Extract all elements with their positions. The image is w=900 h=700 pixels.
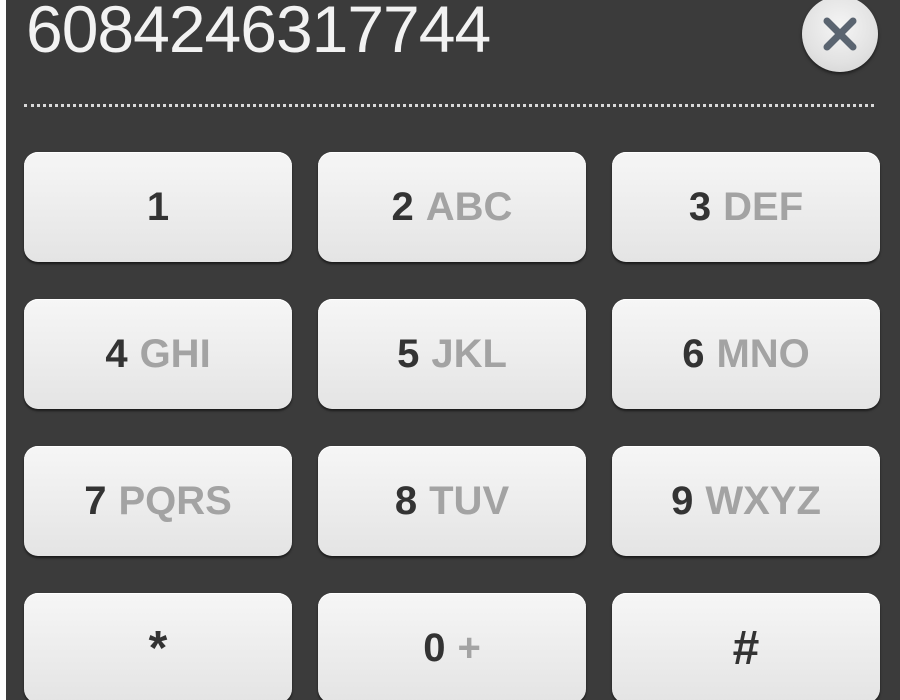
key-letters: JKL (431, 331, 507, 376)
key-8[interactable]: 8 TUV (318, 446, 586, 556)
close-icon (820, 14, 860, 54)
key-digit: 7 (84, 478, 107, 523)
key-digit: 6 (682, 331, 705, 376)
key-letters: GHI (139, 331, 211, 376)
display-divider (24, 104, 874, 107)
key-digit: 2 (391, 184, 414, 229)
key-digit: 5 (397, 331, 420, 376)
key-letters: TUV (429, 478, 510, 523)
key-letters: WXYZ (705, 478, 821, 523)
key-3[interactable]: 3 DEF (612, 152, 880, 262)
key-digit: 9 (671, 478, 694, 523)
key-digit: 0 (423, 625, 446, 670)
key-4[interactable]: 4 GHI (24, 299, 292, 409)
phone-number-display: 6084246317744 (26, 0, 491, 66)
key-digit: 3 (688, 184, 712, 229)
key-2[interactable]: 2 ABC (318, 152, 586, 262)
dialpad-panel: 6084246317744 1 2 ABC 3 DEF 4 GHI 5 JKL (6, 0, 900, 700)
key-star[interactable]: * (24, 593, 292, 700)
key-6[interactable]: 6 MNO (612, 299, 880, 409)
key-digit: 1 (146, 184, 170, 229)
key-digit: 8 (394, 478, 418, 523)
key-digit: # (732, 621, 760, 675)
keypad: 1 2 ABC 3 DEF 4 GHI 5 JKL 6 MNO 7 PQRS 8… (24, 152, 882, 700)
key-letters: ABC (425, 184, 513, 229)
key-letters: PQRS (118, 478, 232, 523)
key-5[interactable]: 5 JKL (318, 299, 586, 409)
key-digit: * (148, 621, 168, 675)
key-letters: DEF (723, 184, 804, 229)
clear-number-button[interactable] (802, 0, 878, 72)
key-1[interactable]: 1 (24, 152, 292, 262)
key-letters: MNO (716, 331, 810, 376)
key-0[interactable]: 0 + (318, 593, 586, 700)
key-9[interactable]: 9 WXYZ (612, 446, 880, 556)
key-letters: + (457, 625, 481, 670)
key-hash[interactable]: # (612, 593, 880, 700)
key-digit: 4 (105, 331, 128, 376)
key-7[interactable]: 7 PQRS (24, 446, 292, 556)
